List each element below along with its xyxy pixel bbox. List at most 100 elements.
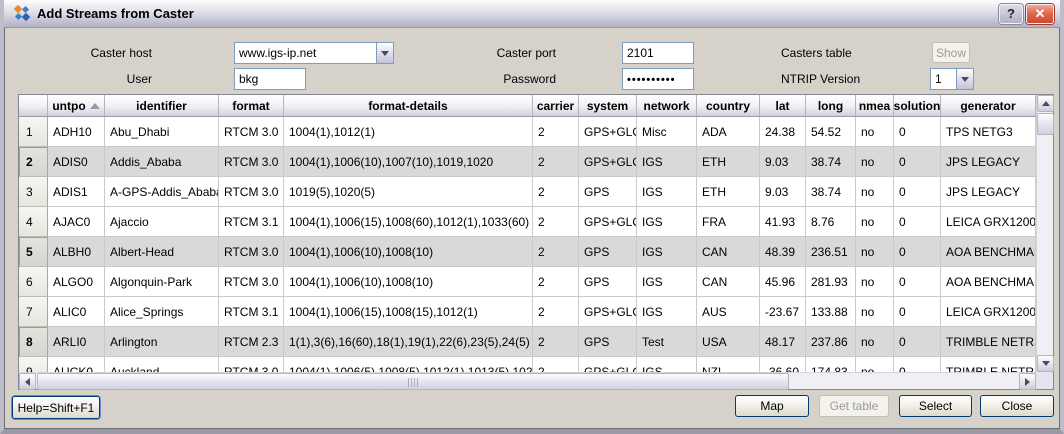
cell[interactable]: Addis_Ababa (105, 147, 219, 177)
cell[interactable]: 1004(1),1012(1) (284, 117, 533, 147)
cell[interactable]: AUS (697, 297, 760, 327)
caster-port-input[interactable]: 2101 (622, 42, 694, 64)
cell[interactable]: 0 (894, 117, 941, 147)
cell[interactable]: RTCM 3.1 (219, 207, 284, 237)
cell[interactable]: GPS+GLO (579, 207, 637, 237)
cell[interactable]: JPS LEGACY (941, 177, 1036, 207)
cell[interactable]: Arlington (105, 327, 219, 357)
cell[interactable]: IGS (637, 297, 697, 327)
cell[interactable]: 133.88 (806, 297, 856, 327)
ntrip-version-dropdown-button[interactable] (956, 69, 973, 89)
cell[interactable]: AUCK0 (48, 357, 105, 372)
cell[interactable]: no (856, 357, 894, 372)
map-button[interactable]: Map (735, 395, 809, 417)
column-header-format-details[interactable]: format-details (284, 95, 533, 116)
cell[interactable]: 2 (533, 357, 579, 372)
show-button[interactable]: Show (932, 42, 970, 63)
titlebar[interactable]: Add Streams from Caster ? ✕ (4, 0, 1060, 28)
cell[interactable]: Test (637, 327, 697, 357)
cell[interactable]: 45.96 (760, 267, 806, 297)
cell[interactable]: 0 (894, 237, 941, 267)
cell[interactable]: TRIMBLE NETRS (941, 357, 1036, 372)
cell[interactable]: GPS+GLO (579, 147, 637, 177)
cell[interactable]: 0 (894, 147, 941, 177)
cell[interactable]: no (856, 207, 894, 237)
close-button[interactable]: Close (980, 395, 1054, 417)
cell[interactable]: Ajaccio (105, 207, 219, 237)
cell[interactable]: 2 (533, 267, 579, 297)
cell[interactable]: 2 (533, 327, 579, 357)
row-header[interactable]: 6 (19, 267, 48, 297)
table-row[interactable]: 1ADH10Abu_DhabiRTCM 3.01004(1),1012(1)2G… (19, 117, 1036, 147)
cell[interactable]: 48.17 (760, 327, 806, 357)
row-header[interactable]: 7 (19, 297, 48, 327)
row-header[interactable]: 2 (19, 147, 48, 177)
row-header[interactable]: 4 (19, 207, 48, 237)
cell[interactable]: 1004(1),1006(15),1008(15),1012(1) (284, 297, 533, 327)
cell[interactable]: 0 (894, 177, 941, 207)
row-header[interactable]: 8 (19, 327, 48, 357)
cell[interactable]: RTCM 3.0 (219, 177, 284, 207)
cell[interactable]: GPS+GLO (579, 357, 637, 372)
scroll-right-button[interactable] (1019, 373, 1036, 390)
cell[interactable]: 24.38 (760, 117, 806, 147)
horizontal-scrollbar[interactable] (19, 372, 1036, 389)
cell[interactable]: 0 (894, 327, 941, 357)
cell[interactable]: NZL (697, 357, 760, 372)
help-shortcut-button[interactable]: Help=Shift+F1 (12, 396, 100, 419)
table-row[interactable]: 7ALIC0Alice_SpringsRTCM 3.11004(1),1006(… (19, 297, 1036, 327)
cell[interactable]: GPS (579, 237, 637, 267)
cell[interactable]: ETH (697, 147, 760, 177)
cell[interactable]: IGS (637, 267, 697, 297)
vertical-scroll-thumb[interactable] (1037, 113, 1054, 135)
horizontal-scroll-thumb[interactable] (37, 373, 789, 390)
column-header-country[interactable]: country (697, 95, 760, 116)
cell[interactable]: 48.39 (760, 237, 806, 267)
table-row[interactable]: 8ARLI0ArlingtonRTCM 2.31(1),3(6),16(60),… (19, 327, 1036, 357)
column-header-identifier[interactable]: identifier (105, 95, 219, 116)
cell[interactable]: 1004(1),1006(10),1007(10),1019,1020 (284, 147, 533, 177)
cell[interactable]: ALBH0 (48, 237, 105, 267)
cell[interactable]: GPS+GLO (579, 117, 637, 147)
cell[interactable]: 8.76 (806, 207, 856, 237)
cell[interactable]: 2 (533, 177, 579, 207)
table-row[interactable]: 4AJAC0AjaccioRTCM 3.11004(1),1006(15),10… (19, 207, 1036, 237)
cell[interactable]: no (856, 117, 894, 147)
cell[interactable]: A-GPS-Addis_Ababa (105, 177, 219, 207)
table-row[interactable]: 9AUCK0AucklandRTCM 3.01004(1),1006(5),10… (19, 357, 1036, 372)
cell[interactable]: 9.03 (760, 147, 806, 177)
column-header-carrier[interactable]: carrier (533, 95, 579, 116)
cell[interactable]: RTCM 3.0 (219, 117, 284, 147)
cell[interactable]: JPS LEGACY (941, 147, 1036, 177)
column-header-solution[interactable]: solution (894, 95, 941, 116)
cell[interactable]: 237.86 (806, 327, 856, 357)
titlebar-help-button[interactable]: ? (999, 4, 1023, 24)
cell[interactable]: IGS (637, 177, 697, 207)
cell[interactable]: 2 (533, 207, 579, 237)
cell[interactable]: IGS (637, 357, 697, 372)
cell[interactable]: 2 (533, 117, 579, 147)
cell[interactable]: 1004(1),1006(10),1008(10) (284, 267, 533, 297)
table-row[interactable]: 2ADIS0Addis_AbabaRTCM 3.01004(1),1006(10… (19, 147, 1036, 177)
cell[interactable]: 281.93 (806, 267, 856, 297)
column-header-generator[interactable]: generator (941, 95, 1036, 116)
titlebar-close-button[interactable]: ✕ (1026, 4, 1054, 24)
cell[interactable]: 1019(5),1020(5) (284, 177, 533, 207)
cell[interactable]: ALGO0 (48, 267, 105, 297)
cell[interactable]: -36.60 (760, 357, 806, 372)
scroll-left-button[interactable] (19, 373, 36, 390)
cell[interactable]: USA (697, 327, 760, 357)
cell[interactable]: Albert-Head (105, 237, 219, 267)
scroll-down-button[interactable] (1037, 355, 1054, 372)
cell[interactable]: Algonquin-Park (105, 267, 219, 297)
cell[interactable]: ALIC0 (48, 297, 105, 327)
password-input[interactable]: •••••••••• (622, 68, 694, 90)
cell[interactable]: AOA BENCHMARK (941, 237, 1036, 267)
vertical-scrollbar[interactable] (1036, 95, 1053, 372)
cell[interactable]: ADH10 (48, 117, 105, 147)
cell[interactable]: GPS (579, 327, 637, 357)
cell[interactable]: ADA (697, 117, 760, 147)
row-header[interactable]: 3 (19, 177, 48, 207)
cell[interactable]: GPS (579, 177, 637, 207)
column-header-long[interactable]: long (806, 95, 856, 116)
